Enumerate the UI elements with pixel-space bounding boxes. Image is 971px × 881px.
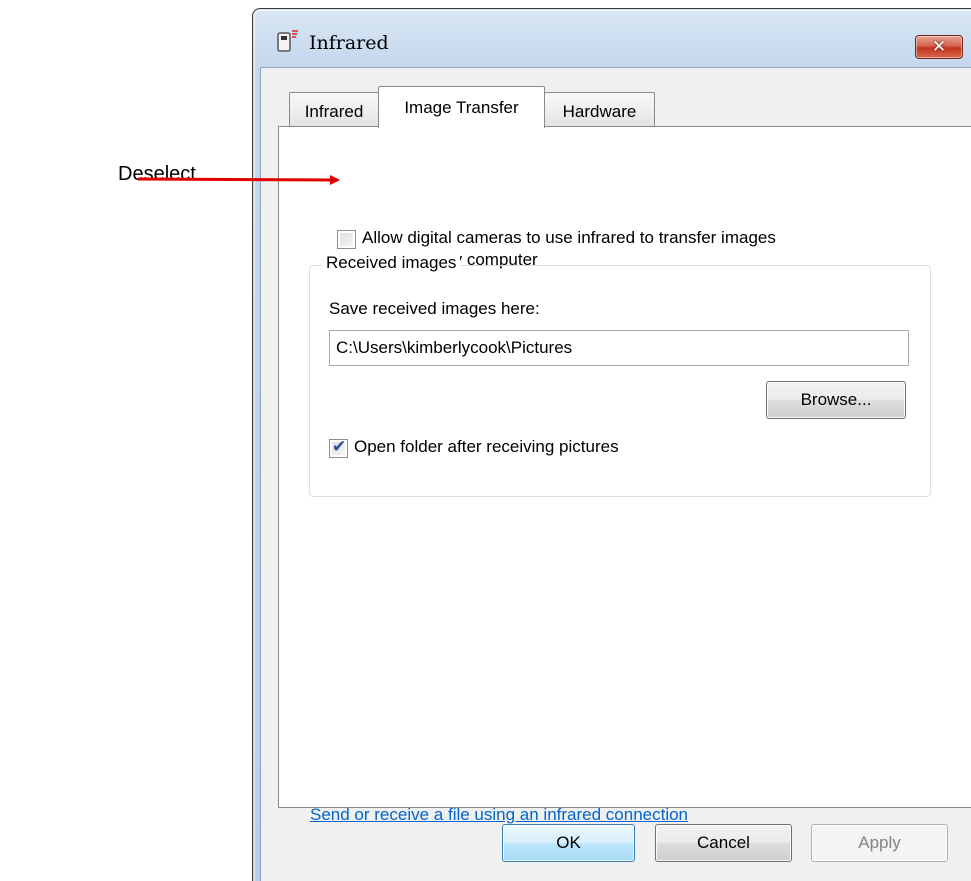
cancel-button-label: Cancel xyxy=(697,833,750,852)
send-receive-file-link[interactable]: Send or receive a file using an infrared… xyxy=(310,805,688,825)
annotation-label: Deselect xyxy=(118,163,196,185)
window-title: Infrared xyxy=(309,32,389,54)
image-transfer-panel: Allow digital cameras to use infrared to… xyxy=(278,126,971,824)
tab-label: Image Transfer xyxy=(404,97,519,117)
allow-cameras-checkbox[interactable] xyxy=(337,230,356,249)
close-icon: ✕ xyxy=(931,37,947,56)
open-folder-label[interactable]: Open folder after receiving pictures xyxy=(354,436,619,458)
ok-button[interactable]: OK xyxy=(502,824,635,862)
group-title: Received images xyxy=(322,253,461,273)
infrared-port-icon xyxy=(277,30,298,52)
tab-image-transfer[interactable]: Image Transfer xyxy=(378,86,545,128)
received-images-group: Received images Save received images her… xyxy=(309,253,931,497)
browse-button-label: Browse... xyxy=(800,390,872,409)
apply-button[interactable]: Apply xyxy=(811,824,948,862)
tab-label: Infrared xyxy=(304,101,364,121)
title-bar[interactable]: Infrared ✕ xyxy=(253,9,971,73)
browse-button[interactable]: Browse... xyxy=(766,381,906,419)
save-location-label: Save received images here: xyxy=(329,299,540,318)
tab-infrared[interactable]: Infrared xyxy=(289,92,379,126)
open-folder-checkbox[interactable] xyxy=(329,437,348,458)
ok-button-label: OK xyxy=(556,833,581,852)
cancel-button[interactable]: Cancel xyxy=(655,824,792,862)
dialog-client-area: Infrared Image Transfer Hardware Allow d… xyxy=(260,67,971,881)
apply-button-label: Apply xyxy=(858,833,901,852)
tab-hardware[interactable]: Hardware xyxy=(544,92,655,126)
save-location-input[interactable] xyxy=(329,330,909,366)
close-button[interactable]: ✕ xyxy=(915,35,963,59)
infrared-properties-window: Infrared ✕ Infrared Image Transfer Hardw… xyxy=(252,8,971,881)
allow-cameras-label-line1[interactable]: Allow digital cameras to use infrared to… xyxy=(362,227,776,249)
tab-label: Hardware xyxy=(562,101,637,121)
